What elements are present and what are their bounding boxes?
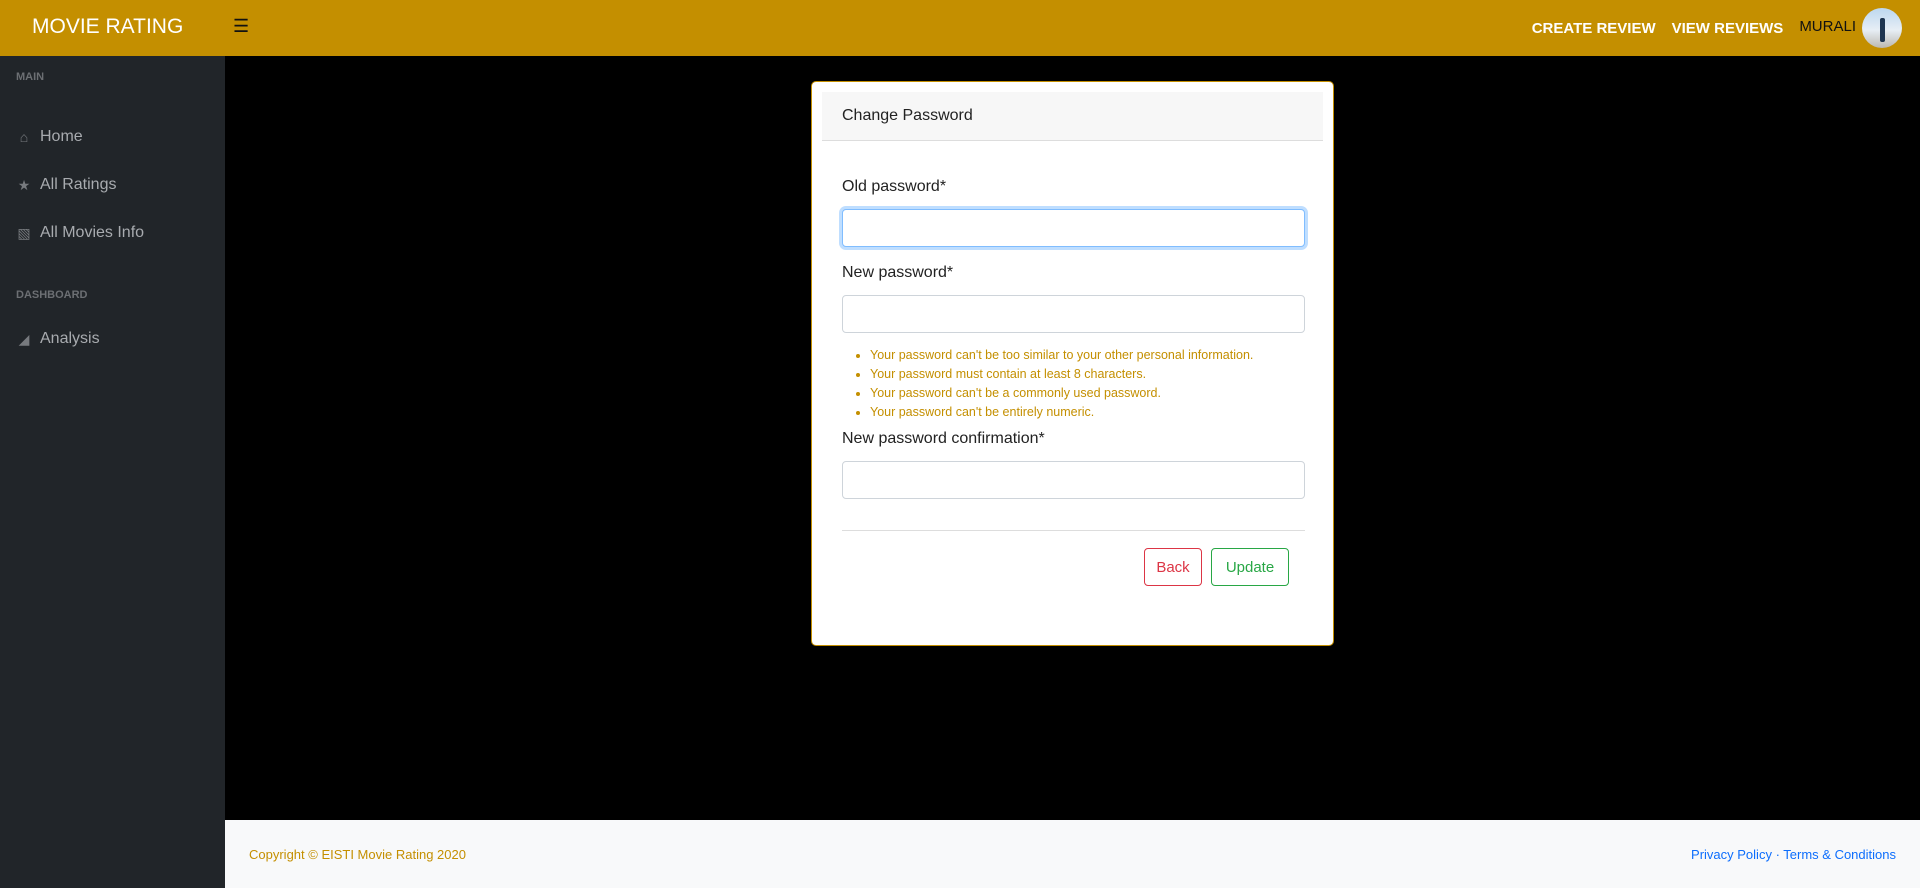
home-icon: ⌂	[19, 129, 29, 145]
area-chart-icon: ◢	[18, 330, 30, 347]
film-icon: ▧	[17, 224, 31, 241]
sidebar: MAIN ⌂ Home ★ All Ratings ▧ All Movies Info…	[0, 56, 225, 888]
divider	[842, 530, 1305, 531]
password-hint: Your password must contain at least 8 ch…	[870, 365, 1253, 384]
password-hint: Your password can't be a commonly used p…	[870, 384, 1253, 403]
old-password-input[interactable]	[842, 209, 1305, 247]
new-password-input[interactable]	[842, 295, 1305, 333]
sidebar-item-all-movies-info[interactable]: ▧ All Movies Info	[16, 224, 144, 242]
back-button[interactable]: Back	[1144, 548, 1202, 586]
confirm-password-label: New password confirmation*	[842, 430, 1045, 447]
sidebar-item-label: Home	[40, 128, 83, 145]
top-navbar: MOVIE RATING ☰ CREATE REVIEW VIEW REVIEW…	[0, 0, 1920, 56]
footer: Copyright © EISTI Movie Rating 2020 Priv…	[225, 820, 1920, 888]
copyright-text: Copyright © EISTI Movie Rating 2020	[249, 847, 466, 862]
nav-view-reviews[interactable]: VIEW REVIEWS	[1672, 20, 1784, 37]
update-button[interactable]: Update	[1211, 548, 1289, 586]
brand-logo[interactable]: MOVIE RATING	[32, 15, 183, 39]
password-help-list: Your password can't be too similar to yo…	[870, 346, 1253, 422]
nav-create-review[interactable]: CREATE REVIEW	[1532, 20, 1656, 37]
confirm-password-input[interactable]	[842, 461, 1305, 499]
sidebar-section-main: MAIN	[16, 71, 45, 83]
sidebar-item-analysis[interactable]: ◢ Analysis	[16, 330, 100, 348]
sidebar-item-all-ratings[interactable]: ★ All Ratings	[16, 176, 117, 194]
user-name[interactable]: MURALI	[1799, 18, 1856, 35]
old-password-label: Old password*	[842, 178, 947, 195]
change-password-card: Change Password Old password* New passwo…	[811, 81, 1334, 646]
sidebar-item-label: All Ratings	[40, 176, 117, 193]
new-password-label: New password*	[842, 264, 954, 281]
sidebar-item-label: Analysis	[40, 330, 100, 347]
privacy-policy-link[interactable]: Privacy Policy	[1691, 847, 1772, 862]
avatar[interactable]	[1862, 8, 1902, 48]
password-hint: Your password can't be entirely numeric.	[870, 403, 1253, 422]
card-title: Change Password	[822, 92, 1323, 141]
hamburger-icon[interactable]: ☰	[233, 16, 249, 37]
link-separator: ·	[1771, 847, 1784, 862]
sidebar-section-dashboard: DASHBOARD	[16, 289, 88, 301]
terms-link[interactable]: Terms & Conditions	[1783, 847, 1896, 862]
sidebar-item-home[interactable]: ⌂ Home	[16, 128, 83, 146]
sidebar-item-label: All Movies Info	[40, 224, 145, 241]
star-icon: ★	[17, 176, 31, 193]
password-hint: Your password can't be too similar to yo…	[870, 346, 1253, 365]
